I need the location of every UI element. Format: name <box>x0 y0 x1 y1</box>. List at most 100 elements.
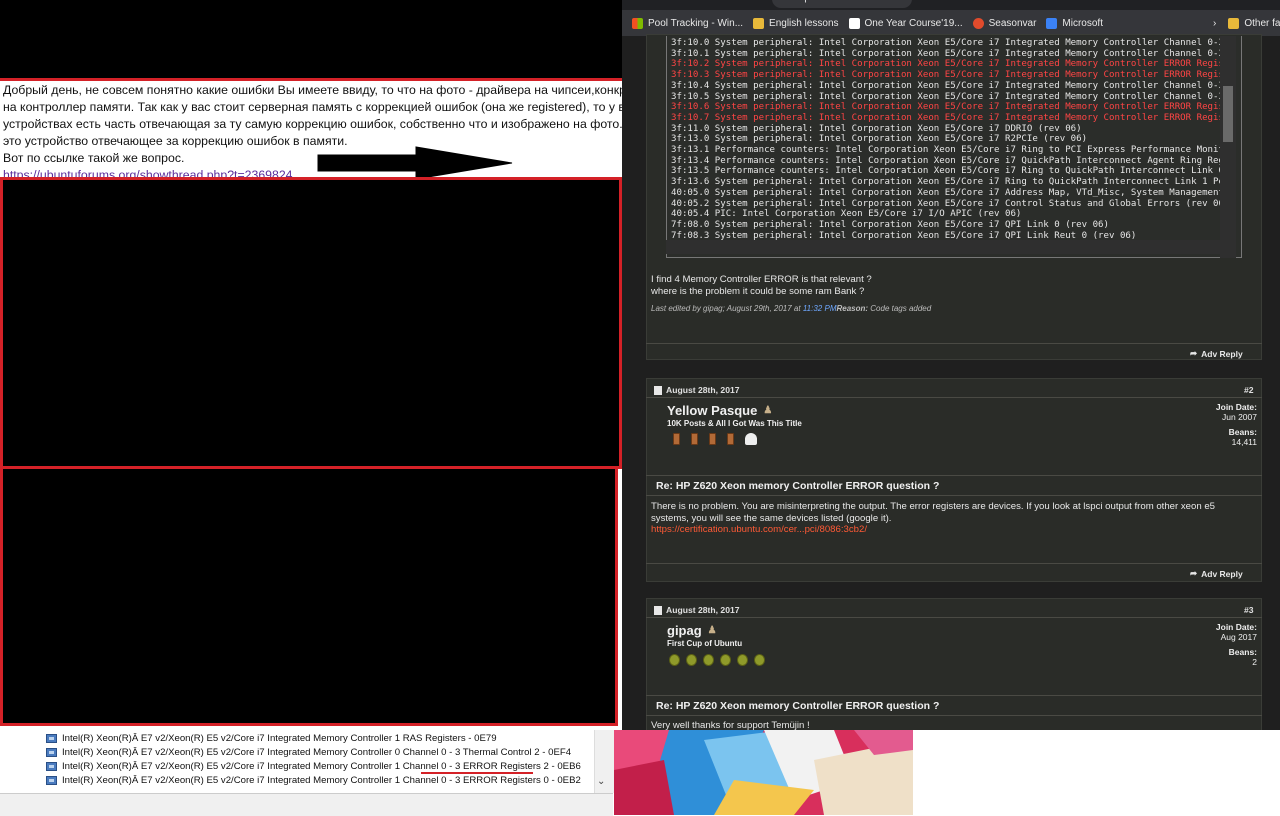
divider <box>646 715 1262 716</box>
chevron-right-icon: › <box>1212 17 1217 29</box>
post-3-body: Very well thanks for support Temüjin ! <box>651 720 810 730</box>
bean-icon <box>754 654 765 666</box>
device-row[interactable]: Intel(R) Xeon(R)Â E7 v2/Xeon(R) E5 v2/Co… <box>46 773 581 787</box>
edit-note: Last edited by gipag; August 29th, 2017 … <box>651 304 931 313</box>
device-icon <box>46 761 57 771</box>
code-line: 3f:10.3 System peripheral: Intel Corpora… <box>671 70 1220 81</box>
divider <box>646 495 1262 496</box>
post-2-date: August 28th, 2017 <box>654 385 740 395</box>
message-line: Вот по ссылке такой же вопрос. <box>3 151 185 165</box>
beans-label: Beans: <box>1228 647 1257 657</box>
beans-value: 2 <box>1252 657 1257 667</box>
post-2-number[interactable]: #2 <box>1244 385 1254 395</box>
divider <box>646 397 1262 398</box>
post-2-beans <box>673 433 757 445</box>
bean-icon <box>737 654 748 666</box>
bean-icon <box>703 654 714 666</box>
colorful-photo <box>614 730 913 815</box>
post-3-date: August 28th, 2017 <box>654 605 740 615</box>
device-icon <box>46 775 57 785</box>
photo-shapes <box>614 730 913 815</box>
blank-area <box>913 730 1280 815</box>
join-date-value: Jun 2007 <box>1222 412 1257 422</box>
post-3-usertitle: First Cup of Ubuntu <box>667 639 743 648</box>
post-3-beans <box>669 654 771 666</box>
device-manager-list: Intel(R) Xeon(R)Â E7 v2/Xeon(R) E5 v2/Co… <box>0 730 614 793</box>
adv-reply-label: Adv Reply <box>1201 568 1243 579</box>
username-text: Yellow Pasque <box>667 403 758 418</box>
bookmark-seasonvar[interactable]: Seasonvar <box>972 17 1037 29</box>
edit-note-prefix: Last edited by gipag; August 29th, 2017 … <box>651 304 803 313</box>
adv-reply-button[interactable]: ➦ Adv Reply <box>1190 568 1243 579</box>
redacted-image-2 <box>0 177 622 469</box>
device-icon <box>46 747 57 757</box>
document-icon <box>654 385 662 395</box>
ghost-icon <box>745 433 757 445</box>
code-scrollbar-thumb[interactable] <box>1223 86 1233 142</box>
bean-can-icon <box>709 433 716 445</box>
bean-can-icon <box>691 433 698 445</box>
code-scrollbar[interactable] <box>1220 36 1236 258</box>
device-label: Intel(R) Xeon(R)Â E7 v2/Xeon(R) E5 v2/Co… <box>62 732 497 744</box>
post-3-username[interactable]: gipag ♟ <box>667 623 717 638</box>
chat-message-panel: Добрый день, не совсем понятно какие оши… <box>0 0 622 730</box>
code-line: 3f:13.6 System peripheral: Intel Corpora… <box>671 177 1220 188</box>
code-line: 3f:10.0 System peripheral: Intel Corpora… <box>671 38 1220 48</box>
code-line: 40:05.4 PIC: Intel Corporation Xeon E5/C… <box>671 209 1022 220</box>
bookmarks-overflow[interactable]: › Other favor <box>1212 17 1280 29</box>
code-line: 3f:10.2 System peripheral: Intel Corpora… <box>671 59 1220 70</box>
user-status-icon: ♟ <box>763 405 773 416</box>
reply-arrow-icon: ➦ <box>1190 568 1198 578</box>
code-lines: 3f:10.0 System peripheral: Intel Corpora… <box>666 36 1220 240</box>
divider <box>646 343 1262 344</box>
code-line: 7f:08.0 System peripheral: Intel Corpora… <box>671 219 1109 230</box>
bookmark-label: Seasonvar <box>988 17 1037 29</box>
bookmark-label: One Year Course'19... <box>864 17 963 29</box>
message-line: это устройство отвечающее за коррекцию о… <box>3 134 348 148</box>
divider <box>646 617 1262 618</box>
post-2-title: Re: HP Z620 Xeon memory Controller ERROR… <box>656 480 940 492</box>
document-icon <box>654 605 662 615</box>
code-line: 3f:10.4 System peripheral: Intel Corpora… <box>671 80 1220 91</box>
code-line: 3f:10.7 System peripheral: Intel Corpora… <box>671 112 1220 123</box>
code-line: 3f:10.6 System peripheral: Intel Corpora… <box>671 102 1220 113</box>
bookmark-microsoft[interactable]: Microsoft <box>1046 17 1103 29</box>
join-date-value: Aug 2017 <box>1220 632 1257 642</box>
message-text: Добрый день, не совсем понятно какие оши… <box>3 82 622 184</box>
message-line: на контроллер памяти. Так как у вас стои… <box>3 100 622 114</box>
divider <box>646 695 1262 696</box>
code-line: 3f:13.0 System peripheral: Intel Corpora… <box>671 134 1088 145</box>
address-bar[interactable]: https://ubunt... <box>772 0 912 8</box>
bookmark-english-lessons[interactable]: English lessons <box>753 17 839 29</box>
reply-arrow-icon: ➦ <box>1190 348 1198 358</box>
bean-can-icon <box>673 433 680 445</box>
bookmark-label: Pool Tracking - Win... <box>648 17 744 29</box>
bookmark-label: English lessons <box>769 17 839 29</box>
edit-note-time: 11:32 PM <box>802 304 837 313</box>
post-2-username[interactable]: Yellow Pasque ♟ <box>667 403 772 418</box>
post-date-text: August 28th, 2017 <box>666 385 740 395</box>
azure-icon <box>1046 17 1058 29</box>
right-arrow-icon <box>317 146 513 180</box>
page-icon <box>848 17 860 29</box>
highlight-underline <box>421 772 533 774</box>
bookmark-pool-tracking[interactable]: Pool Tracking - Win... <box>632 17 744 29</box>
device-label: Intel(R) Xeon(R)Â E7 v2/Xeon(R) E5 v2/Co… <box>62 746 572 758</box>
certification-link[interactable]: https://certification.ubuntu.com/cer...p… <box>651 524 867 535</box>
user-status-icon: ♟ <box>707 625 717 636</box>
device-row[interactable]: Intel(R) Xeon(R)Â E7 v2/Xeon(R) E5 v2/Co… <box>46 731 497 745</box>
seasonvar-icon <box>972 17 984 29</box>
device-label: Intel(R) Xeon(R)Â E7 v2/Xeon(R) E5 v2/Co… <box>62 774 581 786</box>
code-horizontal-scrollbar[interactable] <box>666 240 1220 254</box>
device-row[interactable]: Intel(R) Xeon(R)Â E7 v2/Xeon(R) E5 v2/Co… <box>46 759 581 773</box>
chevron-down-icon[interactable]: ⌄ <box>597 776 605 787</box>
bean-can-icon <box>727 433 734 445</box>
bean-icon <box>669 654 680 666</box>
device-row[interactable]: Intel(R) Xeon(R)Â E7 v2/Xeon(R) E5 v2/Co… <box>46 745 571 759</box>
page-scrollbar[interactable] <box>1268 36 1280 730</box>
post-date-text: August 28th, 2017 <box>666 605 740 615</box>
adv-reply-button[interactable]: ➦ Adv Reply <box>1190 348 1243 359</box>
browser-toolbar <box>622 0 1280 10</box>
bookmark-one-year-course[interactable]: One Year Course'19... <box>848 17 963 29</box>
post-3-number[interactable]: #3 <box>1244 605 1254 615</box>
